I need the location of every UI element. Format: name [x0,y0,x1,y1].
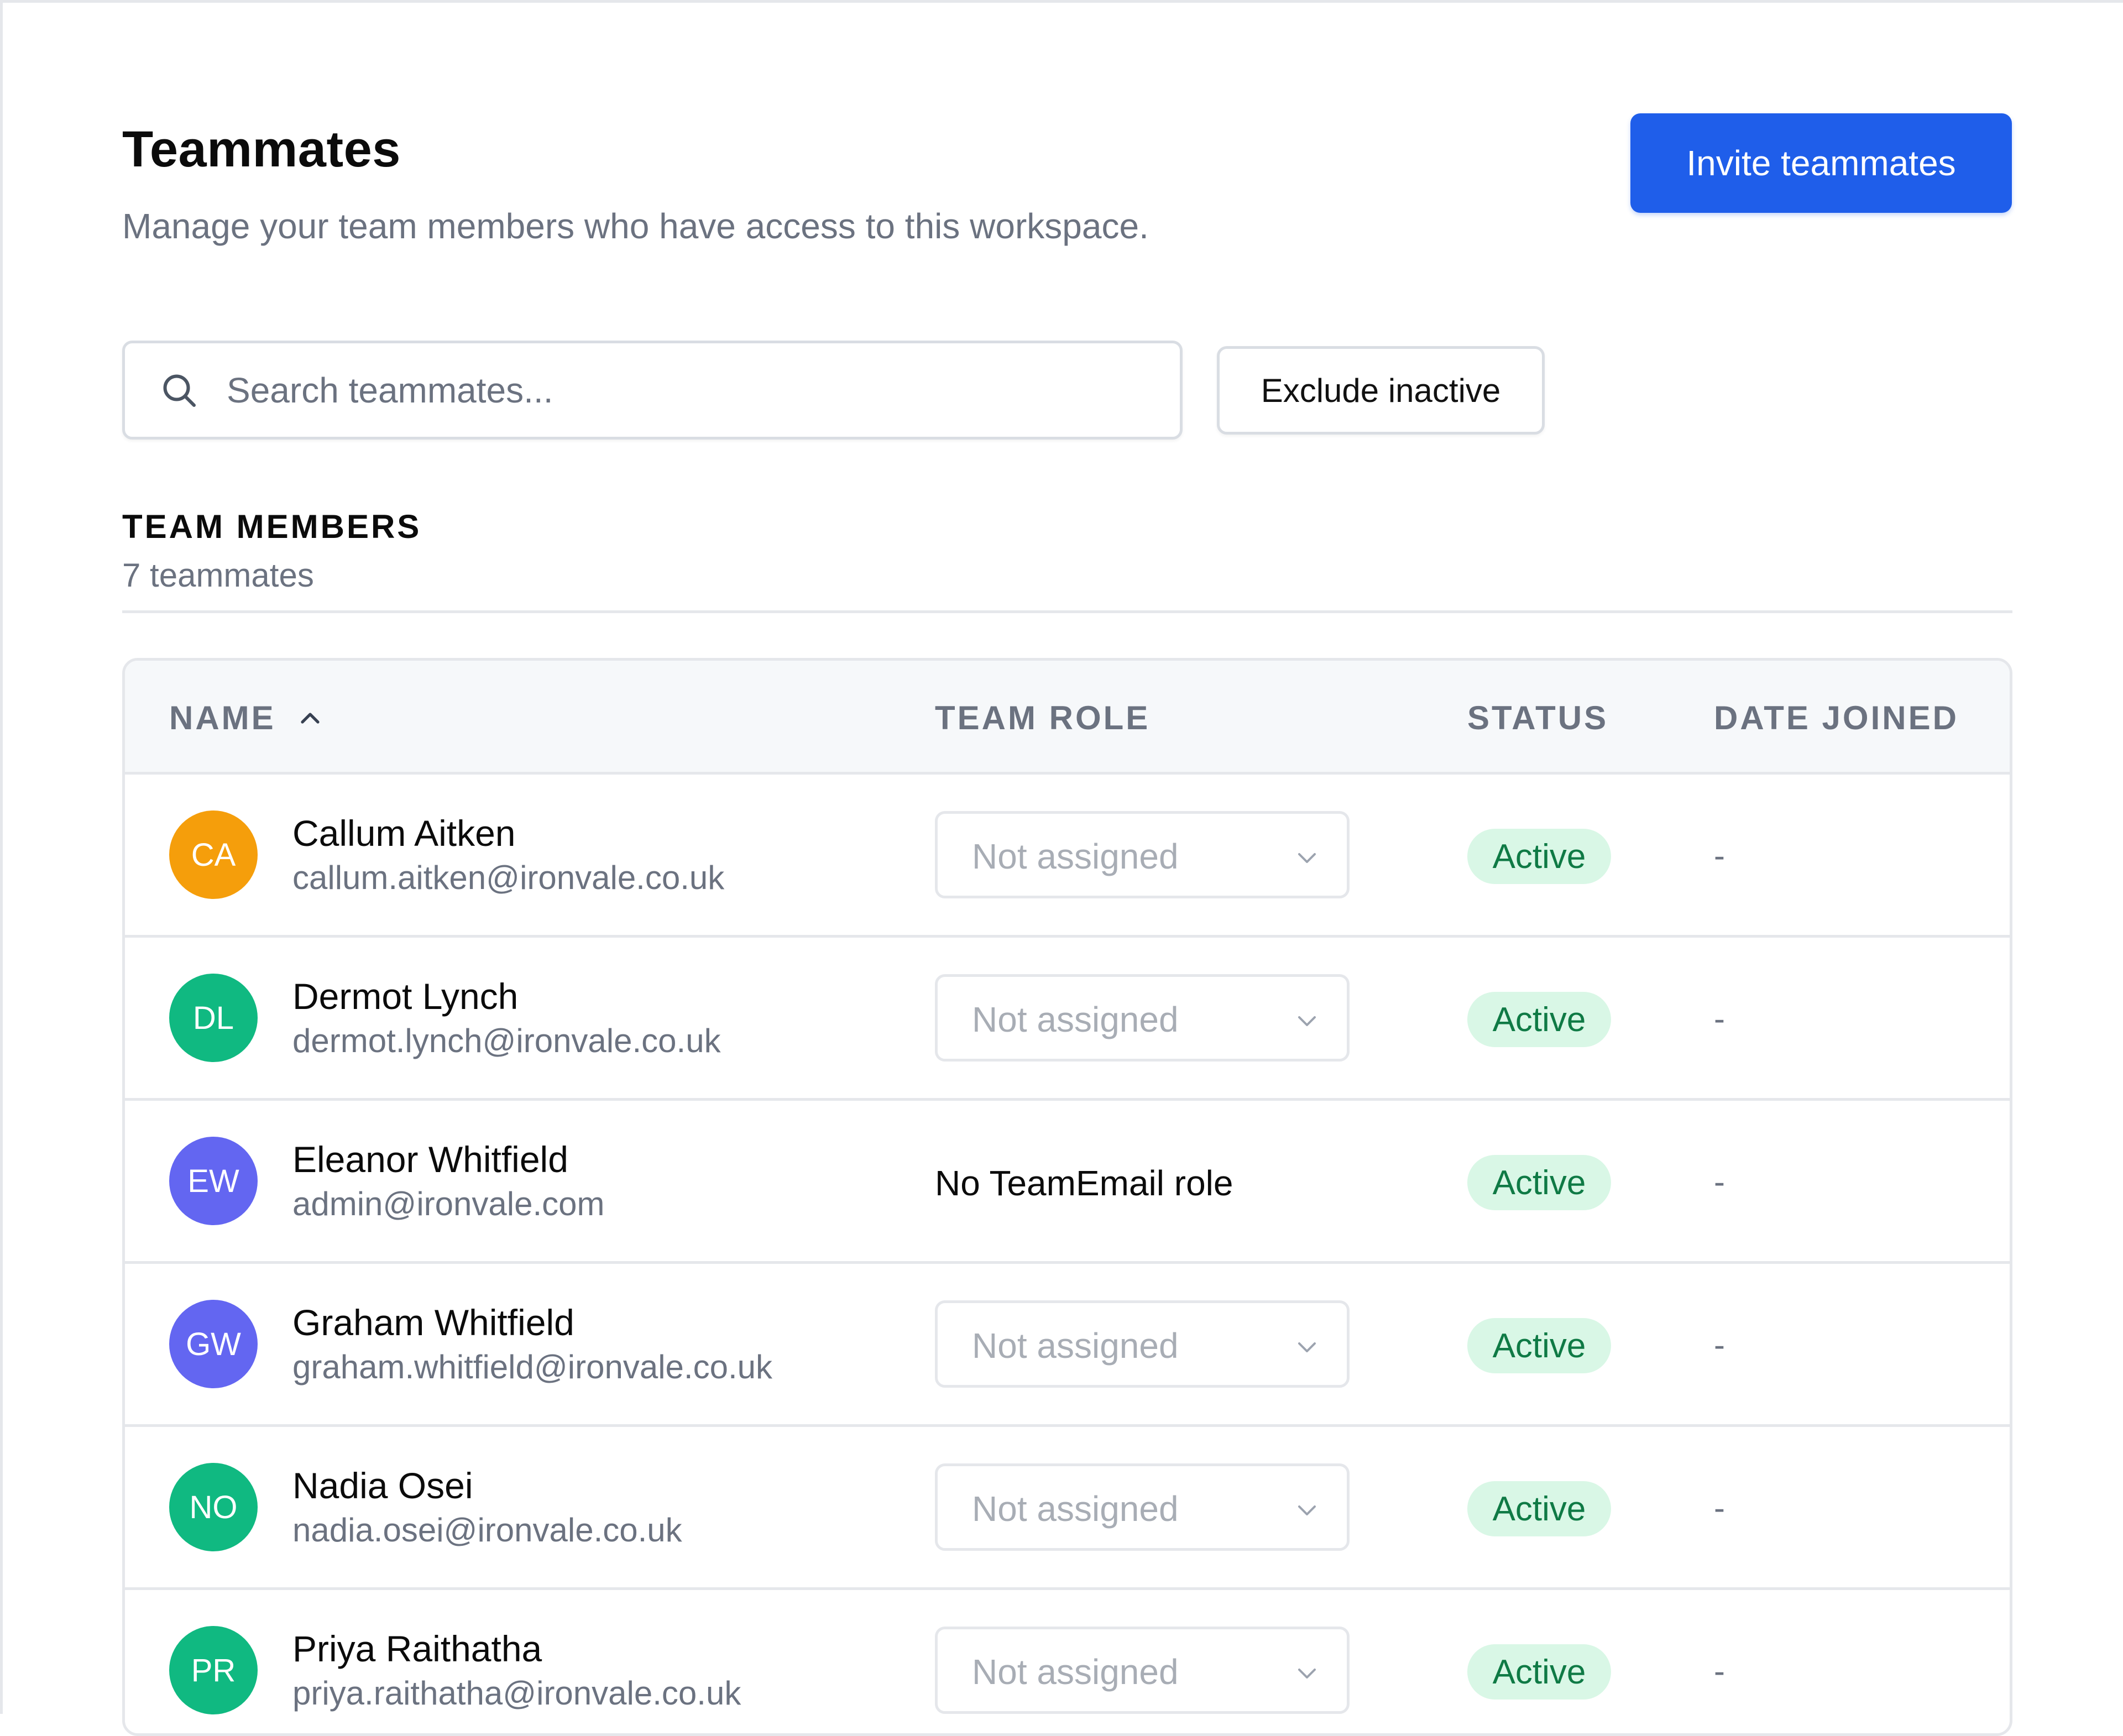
teammates-page: Teammates Manage your team members who h… [122,0,2012,1736]
table-row[interactable]: NO Nadia Osei nadia.osei@ironvale.co.uk Not… [125,1427,2010,1590]
page-title: Teammates [122,121,401,177]
invite-teammates-button[interactable]: Invite teammates [1630,113,2012,213]
status-badge: Active [1467,1155,1611,1210]
team-role-text: No TeamEmail role [935,1163,1233,1203]
member-name: Graham Whitfield [292,1302,574,1343]
avatar: NO [169,1463,258,1551]
team-role-value: Not assigned [972,1489,1179,1529]
member-name: Callum Aitken [292,813,516,854]
team-role-select[interactable]: Not assigned [935,1463,1350,1551]
status-badge: Active [1467,1481,1611,1536]
table-row[interactable]: DL Dermot Lynch dermot.lynch@ironvale.co.u… [125,938,2010,1101]
column-header-status[interactable]: STATUS [1467,661,1608,775]
exclude-inactive-button[interactable]: Exclude inactive [1217,346,1545,435]
team-role-value: Not assigned [972,1326,1179,1366]
table-row[interactable]: EW Eleanor Whitfield admin@ironvale.com No … [125,1101,2010,1264]
table-header: NAME TEAM ROLE STATUS DATE JOINED [125,661,2010,775]
chevron-down-icon [1298,1016,1316,1026]
team-role-value: Not assigned [972,1000,1179,1039]
member-email: dermot.lynch@ironvale.co.uk [292,1022,721,1059]
team-role-value: Not assigned [972,1652,1179,1692]
team-members-table: NAME TEAM ROLE STATUS DATE JOINED CA Call… [122,658,2012,1736]
section-divider [122,610,2012,613]
table-row[interactable]: GW Graham Whitfield graham.whitfield@ironv… [125,1264,2010,1427]
date-joined: - [1714,1653,1725,1690]
member-email: callum.aitken@ironvale.co.uk [292,859,725,896]
team-role-select[interactable]: Not assigned [935,1627,1350,1714]
team-role-select[interactable]: Not assigned [935,1300,1350,1388]
member-email: graham.whitfield@ironvale.co.uk [292,1348,772,1385]
avatar: PR [169,1626,258,1714]
date-joined: - [1714,837,1725,874]
column-header-date[interactable]: DATE JOINED [1714,661,1959,775]
member-name: Dermot Lynch [292,976,519,1017]
search-input[interactable] [227,354,1167,426]
status-badge: Active [1467,992,1611,1047]
status-badge: Active [1467,829,1611,884]
chevron-down-icon [1298,1505,1316,1515]
avatar: GW [169,1300,258,1388]
date-joined: - [1714,1163,1725,1200]
member-name: Nadia Osei [292,1465,473,1506]
column-header-role[interactable]: TEAM ROLE [935,661,1150,775]
table-row[interactable]: PR Priya Raithatha priya.raithatha@ironval… [125,1590,2010,1733]
section-heading: TEAM MEMBERS [122,508,422,545]
member-name: Priya Raithatha [292,1628,542,1669]
column-header-name-label: NAME [169,699,276,736]
chevron-down-icon [1298,1669,1316,1679]
search-icon [163,374,196,407]
status-badge: Active [1467,1318,1611,1373]
teammate-count: 7 teammates [122,557,314,594]
avatar: CA [169,811,258,899]
status-badge: Active [1467,1644,1611,1700]
member-email: admin@ironvale.com [292,1185,605,1222]
team-role-value: Not assigned [972,836,1179,876]
chevron-down-icon [1298,1342,1316,1352]
date-joined: - [1714,1326,1725,1363]
chevron-down-icon [1298,853,1316,863]
member-name: Eleanor Whitfield [292,1139,568,1180]
avatar: EW [169,1137,258,1225]
search-box[interactable] [122,341,1183,440]
column-header-name[interactable]: NAME [169,661,323,775]
team-role-select[interactable]: Not assigned [935,974,1350,1062]
date-joined: - [1714,1000,1725,1037]
member-email: nadia.osei@ironvale.co.uk [292,1512,682,1549]
page-subtitle: Manage your team members who have access… [122,206,1149,246]
team-role-select[interactable]: Not assigned [935,811,1350,898]
date-joined: - [1714,1489,1725,1526]
member-email: priya.raithatha@ironvale.co.uk [292,1675,741,1712]
table-row[interactable]: CA Callum Aitken callum.aitken@ironvale.co… [125,775,2010,938]
chevron-up-icon [301,713,320,724]
avatar: DL [169,974,258,1062]
